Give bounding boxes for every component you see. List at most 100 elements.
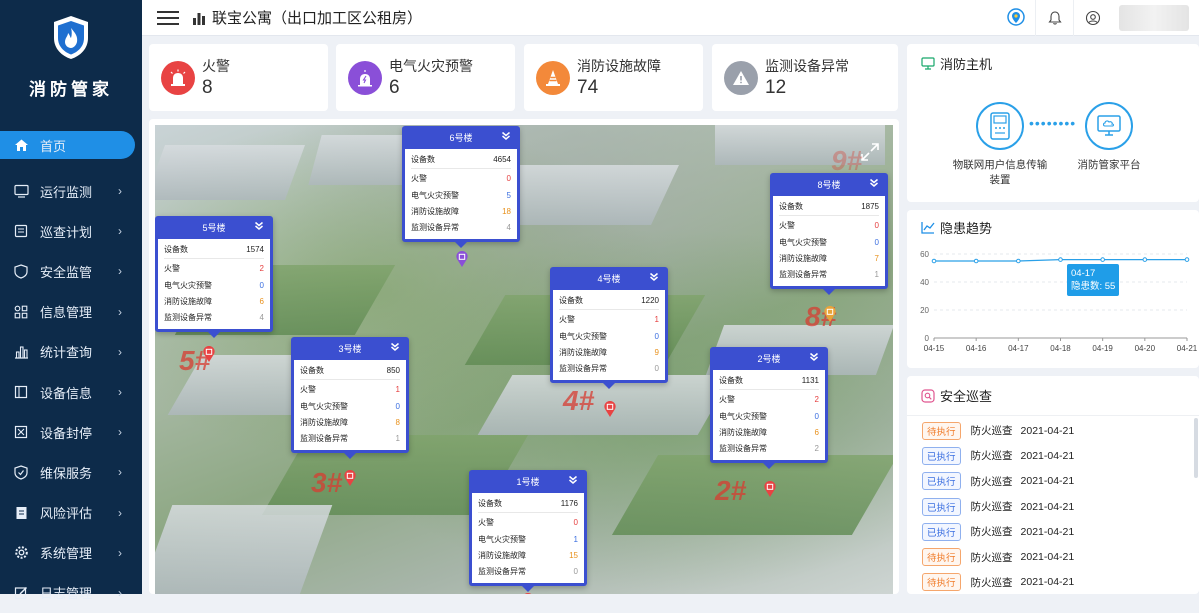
double-chevron-down-icon[interactable] [254,221,264,231]
popup-tail [763,463,775,470]
double-chevron-down-icon[interactable] [568,475,578,485]
location-button[interactable] [997,0,1035,36]
menu-toggle-icon[interactable] [157,10,179,25]
building-popup[interactable]: 2号楼 设备数 1131 火警 2 电气火灾预警 0 消防设施故障 6 监测设备异常 2 [710,347,828,470]
transmission-device-label: 物联网用户信息传输装置 [952,159,1048,186]
row-value: 4 [259,313,264,323]
patrol-date: 2021-04-21 [1020,551,1075,564]
sidebar-item-0[interactable]: 首页 [0,131,135,159]
double-chevron-down-icon[interactable] [649,272,659,282]
patrol-row[interactable]: 已执行 防火巡查 2021-04-21 [907,494,1199,519]
top-right-tools [997,0,1199,36]
sidebar-item-9[interactable]: 风险评估 › [0,493,142,533]
transmission-device-node[interactable] [976,102,1024,150]
row-label: 电气火灾预警 [719,411,767,421]
building-popup[interactable]: 6号楼 设备数 4654 火警 0 电气火灾预警 5 消防设施故障 18 监测设备异常 4 [402,126,520,249]
row-value: 2 [814,444,819,454]
row-value: 1220 [641,296,659,305]
building-pin-icon[interactable] [763,480,777,498]
campus-aerial-map[interactable]: 9# 8# 5# 4# 3# 2# 6号楼 设备数 4654 火警 0 电气火灾预警 5 消防设施故障 18… [155,125,893,594]
double-chevron-down-icon[interactable] [869,178,879,188]
stat-value: 12 [765,77,787,98]
building-name: 1号楼 [516,477,540,487]
patrol-status-badge: 待执行 [922,573,961,592]
stat-label: 监测设备异常 [765,58,849,74]
row-value: 4 [506,223,511,233]
stat-card-0[interactable]: 火警 8 [149,44,328,111]
page-title: 联宝公寓（出口加工区公租房） [212,10,423,27]
notification-button[interactable] [1035,0,1073,36]
popup-row-devices: 设备数 1176 [478,496,578,514]
stat-value: 6 [389,77,400,98]
popup-header: 4号楼 [553,267,665,290]
sidebar-item-1[interactable]: 运行监测 › [0,171,142,211]
row-value: 0 [654,331,659,341]
row-label: 火警 [779,221,795,231]
popup-row-facility: 消防设施故障 6 [164,294,264,310]
patrol-row[interactable]: 待执行 防火巡查 2021-04-21 [907,570,1199,595]
bell-icon [1047,11,1062,25]
patrol-row[interactable]: 已执行 防火巡查 2021-04-21 [907,443,1199,468]
trend-panel: 隐患趋势 0 20 40 60 04-15 04-16 04-17 04-18 04-19 04-… [907,210,1199,368]
control-host-title-text: 消防主机 [940,56,993,72]
sidebar-item-8[interactable]: 维保服务 › [0,452,142,492]
sidebar-item-4[interactable]: 信息管理 › [0,292,142,332]
fullscreen-icon[interactable] [859,141,881,163]
sidebar-item-label: 系统管理 [40,546,93,562]
logo-area: 消防管家 [0,0,142,118]
row-value: 0 [506,174,511,184]
user-avatar-icon [1085,10,1100,26]
patrol-title-text: 安全巡查 [940,389,993,404]
stat-card-1[interactable]: 电气火灾预警 6 [336,44,515,111]
chevron-right-icon: › [118,425,122,440]
popup-row-devices: 设备数 1131 [719,373,819,391]
sidebar-item-3[interactable]: 安全监管 › [0,251,142,291]
document-icon [13,505,29,521]
chevron-right-icon: › [118,344,122,359]
building-pin-icon[interactable] [202,345,216,363]
row-value: 0 [395,401,400,411]
sidebar-item-label: 风险评估 [40,506,93,522]
building-popup[interactable]: 3号楼 设备数 850 火警 1 电气火灾预警 0 消防设施故障 8 监测设备异常 1 [291,337,409,460]
building-pin-icon[interactable] [823,305,837,323]
patrol-status-badge: 已执行 [922,472,961,491]
row-label: 监测设备异常 [559,364,607,374]
popup-row-electric: 电气火灾预警 1 [478,532,578,548]
sidebar-item-6[interactable]: 设备信息 › [0,372,142,412]
building-popup[interactable]: 4号楼 设备数 1220 火警 1 电气火灾预警 0 消防设施故障 9 监测设备异常 0 [550,267,668,390]
patrol-row[interactable]: 已执行 防火巡查 2021-04-21 [907,519,1199,544]
row-label: 设备数 [478,499,502,508]
row-label: 电气火灾预警 [300,401,348,411]
patrol-scrollbar[interactable] [1194,418,1198,478]
patrol-name: 防火巡查 [970,526,1013,539]
building-name: 5号楼 [202,223,226,233]
sidebar-item-10[interactable]: 系统管理 › [0,533,142,573]
building-popup[interactable]: 5号楼 设备数 1574 火警 2 电气火灾预警 0 消防设施故障 6 监测设备异常 4 [155,216,273,339]
sidebar-item-2[interactable]: 巡查计划 › [0,211,142,251]
patrol-row[interactable]: 已执行 防火巡查 2021-04-21 [907,469,1199,494]
stat-card-3[interactable]: 监测设备异常 12 [712,44,898,111]
patrol-row[interactable]: 待执行 防火巡查 2021-04-21 [907,544,1199,569]
row-label: 消防设施故障 [411,206,459,216]
platform-node[interactable] [1085,102,1133,150]
double-chevron-down-icon[interactable] [501,131,511,141]
stat-card-2[interactable]: 消防设施故障 74 [524,44,703,111]
building-pin-icon[interactable] [343,469,357,487]
building-popup[interactable]: 8号楼 设备数 1875 火警 0 电气火灾预警 0 消防设施故障 7 监测设备异常 1 [770,173,888,296]
building-pin-icon[interactable] [603,400,617,418]
sidebar-item-5[interactable]: 统计查询 › [0,332,142,372]
patrol-status-badge: 已执行 [922,497,961,516]
sidebar-item-11[interactable]: 日志管理 › [0,573,142,613]
sidebar-item-7[interactable]: 设备封停 › [0,412,142,452]
sidebar-item-label: 设备封停 [40,425,93,441]
building-pin-icon[interactable] [455,250,469,268]
user-button[interactable] [1073,0,1111,36]
double-chevron-down-icon[interactable] [809,352,819,362]
row-label: 设备数 [559,296,583,305]
patrol-row[interactable]: 待执行 防火巡查 2021-04-21 [907,418,1199,443]
alarm-icon [348,60,382,95]
popup-row-monitor: 监测设备异常 0 [559,361,659,377]
building-popup[interactable]: 1号楼 设备数 1176 火警 0 电气火灾预警 1 消防设施故障 15 监测设备异常 0 [469,470,587,593]
username-blurred[interactable] [1119,5,1189,31]
double-chevron-down-icon[interactable] [390,342,400,352]
